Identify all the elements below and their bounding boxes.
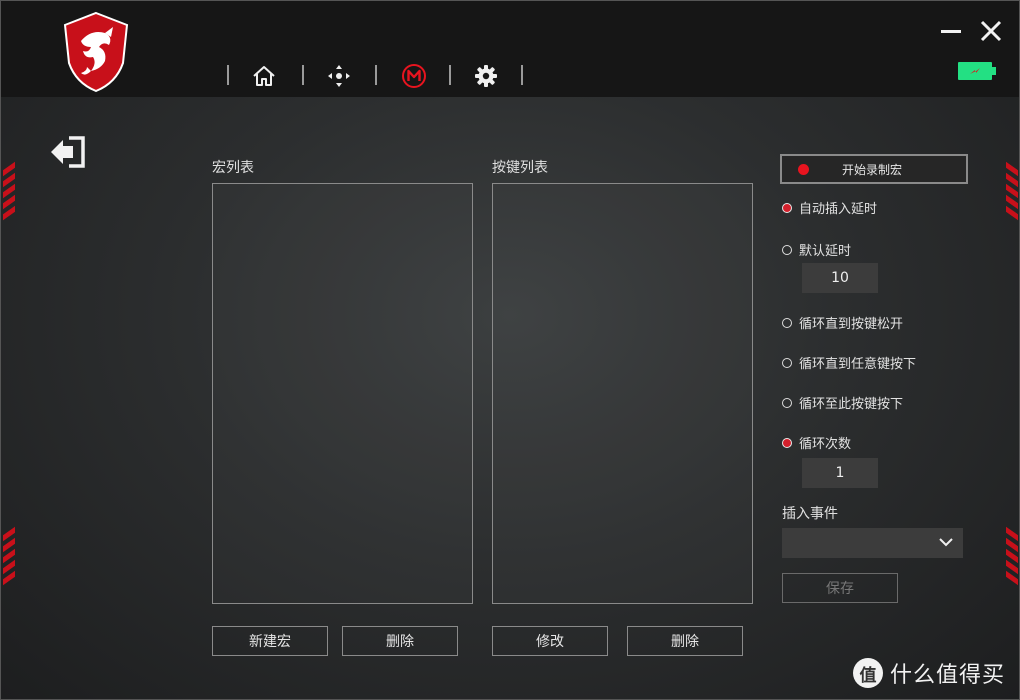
radio-checked <box>782 437 792 448</box>
record-dot-icon <box>798 163 809 175</box>
default-delay-label: 默认延时 <box>799 244 852 259</box>
home-icon <box>253 66 275 86</box>
macro-list-box[interactable] <box>212 183 473 604</box>
new-macro-button[interactable]: 新建宏 <box>212 626 328 656</box>
nav-separator <box>449 65 451 85</box>
start-record-macro-button[interactable]: 开始录制宏 <box>780 154 968 184</box>
radio-unchecked <box>782 397 792 408</box>
watermark-logo-icon: 值 <box>853 658 883 688</box>
macro-m-icon <box>402 64 426 88</box>
default-delay-input[interactable]: 10 <box>802 263 878 293</box>
back-exit-icon[interactable] <box>49 135 87 169</box>
default-delay-option[interactable]: 默认延时 <box>782 240 851 259</box>
delete-macro-button[interactable]: 删除 <box>342 626 458 656</box>
site-watermark: 值 什么值得买 <box>853 657 1005 689</box>
radio-unchecked <box>782 244 792 255</box>
insert-event-dropdown[interactable] <box>782 528 963 558</box>
delete-key-button[interactable]: 删除 <box>627 626 743 656</box>
minimize-icon[interactable] <box>939 19 963 43</box>
radio-unchecked <box>782 317 792 328</box>
loop-until-any-key-option[interactable]: 循环直到任意键按下 <box>782 353 916 372</box>
loop-until-this-key-option[interactable]: 循环至此按键按下 <box>782 393 903 412</box>
record-button-label: 开始录制宏 <box>842 162 903 177</box>
title-bar <box>1 1 1019 97</box>
app-window: 宏列表 按键列表 新建宏 删除 修改 删除 开始录制宏 自动插入延时 默认延时 … <box>0 0 1020 700</box>
nav-separator <box>227 65 229 85</box>
nav-separator <box>375 65 377 85</box>
loop-until-any-key-label: 循环直到任意键按下 <box>799 357 917 372</box>
battery-charging-icon <box>958 62 996 80</box>
nav-macro[interactable] <box>399 61 429 91</box>
loop-until-this-key-label: 循环至此按键按下 <box>799 397 904 412</box>
modify-key-button[interactable]: 修改 <box>492 626 608 656</box>
nav-separator <box>302 65 304 85</box>
loop-count-input[interactable]: 1 <box>802 458 878 488</box>
save-button[interactable]: 保存 <box>782 573 898 603</box>
right-edge-decoration <box>1006 161 1018 221</box>
nav-home[interactable] <box>249 61 279 91</box>
radio-checked <box>782 202 792 213</box>
insert-event-label: 插入事件 <box>782 506 838 522</box>
close-icon[interactable] <box>979 19 1003 43</box>
msi-dragon-logo <box>63 11 129 93</box>
dpad-icon <box>328 65 350 87</box>
nav-key-assign[interactable] <box>324 61 354 91</box>
loop-count-option[interactable]: 循环次数 <box>782 433 851 452</box>
loop-until-release-label: 循环直到按键松开 <box>799 317 904 332</box>
auto-insert-delay-label: 自动插入延时 <box>799 202 878 217</box>
loop-count-label: 循环次数 <box>799 437 852 452</box>
nav-settings[interactable] <box>471 61 501 91</box>
key-list-label: 按键列表 <box>492 160 548 176</box>
chevron-down-icon <box>939 538 953 547</box>
loop-until-release-option[interactable]: 循环直到按键松开 <box>782 313 903 332</box>
left-edge-decoration <box>3 161 15 221</box>
radio-unchecked <box>782 357 792 368</box>
watermark-text: 什么值得买 <box>890 663 1006 688</box>
macro-list-label: 宏列表 <box>212 160 254 176</box>
right-edge-decoration <box>1006 526 1018 586</box>
left-edge-decoration <box>3 526 15 586</box>
nav-separator <box>521 65 523 85</box>
auto-insert-delay-option[interactable]: 自动插入延时 <box>782 198 877 217</box>
gear-icon <box>475 65 497 87</box>
key-list-box[interactable] <box>492 183 753 604</box>
